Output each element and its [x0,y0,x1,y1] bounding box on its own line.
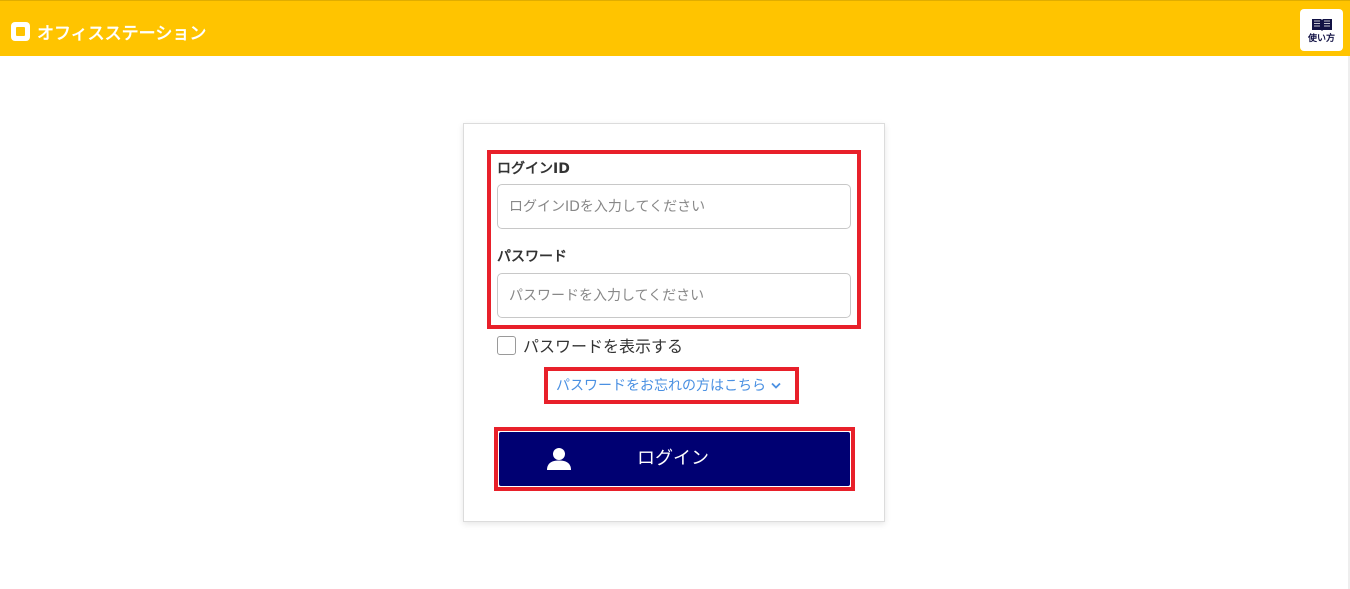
user-icon [547,448,571,470]
chevron-down-icon [771,382,781,389]
help-button[interactable]: 使い方 [1300,9,1343,51]
app-logo[interactable]: オフィスステーション [11,19,206,44]
app-header: オフィスステーション 使い方 [0,0,1350,56]
password-input[interactable] [497,273,851,318]
login-id-input[interactable] [497,184,851,229]
help-label: 使い方 [1307,33,1335,44]
forgot-password-label: パスワードをお忘れの方はこちら [556,378,766,394]
login-button-label: ログイン [637,448,709,469]
password-label: パスワード [497,249,567,265]
show-password-checkbox[interactable] [497,335,516,355]
forgot-password-link[interactable]: パスワードをお忘れの方はこちら [556,375,781,395]
show-password-label: パスワードを表示する [523,337,684,356]
show-password-toggle[interactable]: パスワードを表示する [497,333,683,357]
login-id-label: ログインID [497,161,570,177]
office-station-logo-icon [11,22,30,41]
book-icon [1311,18,1332,31]
logo-text: オフィスステーション [37,24,207,44]
login-button[interactable]: ログイン [499,432,850,486]
